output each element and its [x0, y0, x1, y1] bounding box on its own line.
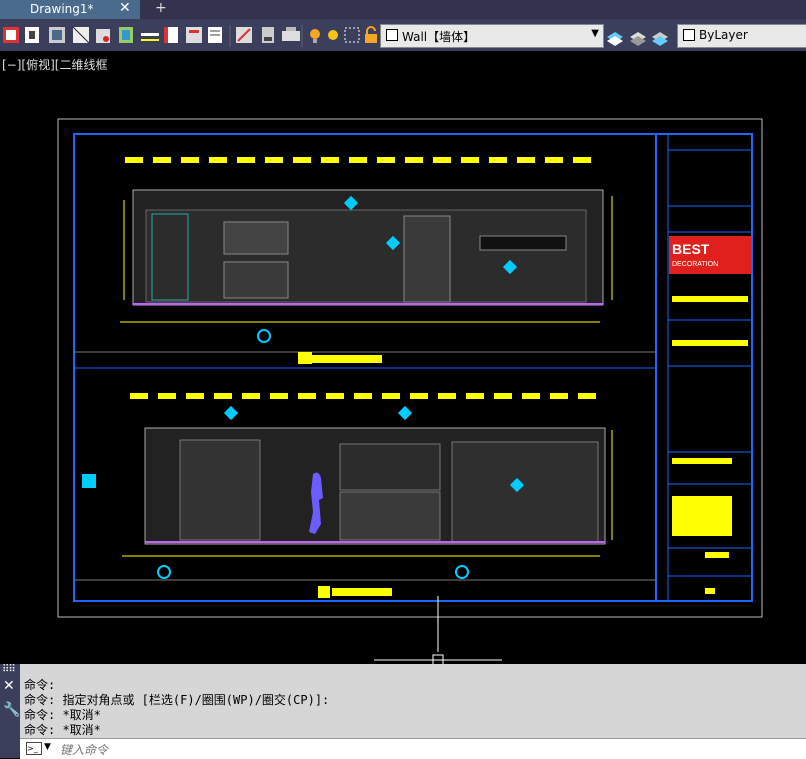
titleblock-logo-subtext: DECORATION — [672, 261, 718, 268]
prompt-icon[interactable]: >_ — [26, 742, 42, 755]
titleblock-logo-text: BEST — [672, 241, 710, 257]
wrench-icon[interactable]: 🔧 — [3, 702, 20, 718]
command-sidebar: ⠿⠿ ✕ 🔧 — [0, 664, 20, 758]
chevron-down-icon[interactable]: ▼ — [44, 742, 51, 752]
command-history-line-4: 命令: *取消* — [24, 723, 101, 737]
command-input[interactable]: >_ ▼ 键入命令 — [20, 738, 806, 759]
command-line-panel: ⠿⠿ ✕ 🔧 命令: 命令: 指定对角点或 [栏选(F)/圈围(WP)/圈交(C… — [0, 664, 806, 759]
drawing-canvas[interactable]: BEST DECORATION — [0, 0, 806, 664]
command-input-placeholder: 键入命令 — [60, 743, 109, 757]
elevation-lower — [82, 393, 613, 598]
grip-icon[interactable]: ⠿⠿ — [2, 664, 16, 675]
elevation-upper — [120, 157, 613, 364]
close-icon[interactable]: ✕ — [3, 678, 15, 694]
title-block: BEST DECORATION — [668, 149, 752, 594]
